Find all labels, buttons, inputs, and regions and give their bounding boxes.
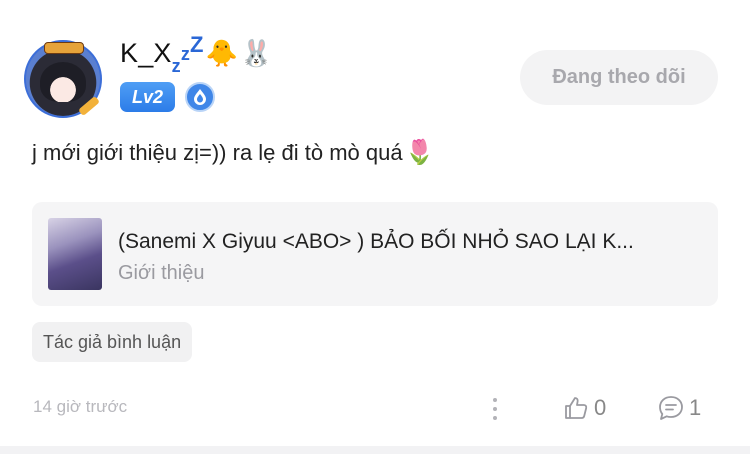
medal-icon[interactable] — [185, 82, 216, 112]
username-sub: z — [171, 56, 181, 76]
username-row[interactable]: K_XzzZ 🐥 🐰 — [120, 32, 273, 76]
more-vertical-icon — [493, 398, 497, 402]
thumbs-up-icon — [565, 397, 588, 419]
comment-text: j mới giới thiệu zị=)) ra lẹ đi tò mò qu… — [32, 139, 403, 165]
comment-timestamp: 14 giờ trước — [33, 397, 128, 416]
story-cover-image — [48, 218, 102, 290]
comment-body: j mới giới thiệu zị=)) ra lẹ đi tò mò qu… — [32, 138, 435, 167]
story-card[interactable]: (Sanemi X Giyuu <ABO> ) BẢO BỐI NHỎ SAO … — [32, 202, 718, 306]
avatar-frame-badge — [44, 42, 84, 54]
comment-count: 1 — [689, 395, 702, 420]
rabbit-emoji: 🐰 — [240, 38, 273, 68]
author-comment-tag: Tác giả bình luận — [32, 322, 193, 362]
reply-button[interactable]: 1 — [657, 394, 701, 422]
following-button[interactable]: Đang theo dõi — [520, 50, 718, 105]
user-badges: Lv2 — [120, 82, 216, 112]
more-dot — [493, 416, 497, 420]
username-base: K_X — [120, 38, 172, 68]
tulip-emoji: 🌷 — [404, 139, 435, 166]
username-sup-1: z — [180, 44, 191, 64]
comment-bubble-icon — [659, 396, 683, 420]
username-sup-2: Z — [190, 32, 204, 57]
like-button[interactable]: 0 — [562, 394, 606, 422]
avatar[interactable] — [24, 40, 102, 118]
chick-emoji: 🐥 — [205, 38, 239, 68]
medal-glyph-icon — [194, 89, 207, 105]
story-subtitle: Giới thiệu — [118, 262, 205, 284]
bottom-divider — [0, 446, 750, 454]
level-badge: Lv2 — [120, 82, 176, 112]
username[interactable]: K_XzzZ — [120, 32, 204, 76]
more-dot — [493, 407, 497, 411]
story-title: (Sanemi X Giyuu <ABO> ) BẢO BỐI NHỎ SAO … — [118, 230, 634, 253]
more-options-button[interactable] — [486, 396, 504, 422]
like-count: 0 — [594, 395, 607, 420]
